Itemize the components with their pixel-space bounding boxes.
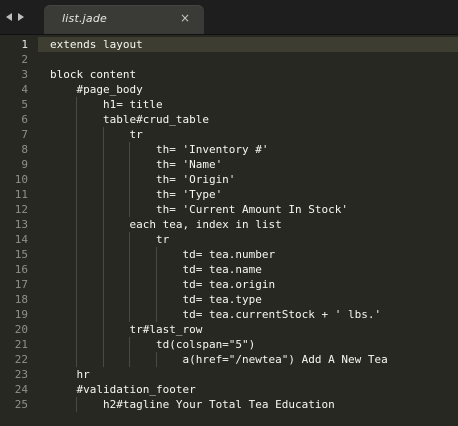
code-line[interactable]: hr [50, 367, 89, 382]
indent-guide [155, 247, 157, 322]
code-line[interactable]: h2#tagline Your Total Tea Education [50, 397, 335, 412]
indent-guide [129, 232, 131, 322]
chevron-left-icon[interactable] [6, 13, 12, 21]
code-editor[interactable]: 1 2 3 4 5 6 7 8 9 10 11 12 13 14 15 16 17 18 19 20 21 22 23 24 2… [0, 35, 458, 426]
line-number: 12 [14, 203, 28, 216]
tab-list-jade[interactable]: list.jade × [44, 5, 204, 34]
code-line[interactable]: td= tea.number [50, 247, 275, 262]
line-number: 6 [21, 113, 28, 126]
code-line[interactable]: td= tea.origin [50, 277, 275, 292]
code-line[interactable]: extends layout [50, 37, 143, 52]
code-line[interactable]: th= 'Origin' [50, 172, 235, 187]
code-line[interactable]: a(href="/newtea") Add A New Tea [50, 352, 387, 367]
code-line[interactable]: tr [50, 127, 142, 142]
code-line[interactable]: td(colspan="5") [50, 337, 255, 352]
code-line[interactable]: th= 'Inventory #' [50, 142, 269, 157]
line-number: 25 [14, 398, 28, 411]
indent-guide [129, 337, 131, 367]
line-number: 14 [14, 233, 28, 246]
indent-guide [102, 127, 104, 367]
code-line[interactable]: tr [50, 232, 169, 247]
line-number: 19 [14, 308, 28, 321]
tab-bar: list.jade × [0, 0, 458, 35]
line-number: 15 [14, 248, 28, 261]
line-number-gutter: 1 2 3 4 5 6 7 8 9 10 11 12 13 14 15 16 17 18 19 20 21 22 23 24 2… [0, 35, 38, 426]
indent-guide [76, 397, 78, 412]
code-line[interactable]: each tea, index in list [50, 217, 281, 232]
code-line[interactable]: block content [50, 67, 136, 82]
line-number: 4 [21, 83, 28, 96]
line-number: 3 [21, 68, 28, 81]
line-number: 23 [14, 368, 28, 381]
line-number: 18 [14, 293, 28, 306]
line-number: 21 [14, 338, 28, 351]
line-number: 1 [21, 38, 28, 51]
tab-title: list.jade [62, 12, 107, 25]
code-line[interactable]: td= tea.currentStock + ' lbs.' [50, 307, 381, 322]
code-line[interactable]: th= 'Current Amount In Stock' [50, 202, 348, 217]
line-number: 10 [14, 173, 28, 186]
indent-guide [129, 142, 131, 217]
line-number: 17 [14, 278, 28, 291]
code-line[interactable]: table#crud_table [50, 112, 209, 127]
code-line[interactable]: tr#last_row [50, 322, 202, 337]
line-number: 9 [21, 158, 28, 171]
line-number: 20 [14, 323, 28, 336]
editor-window: list.jade × 1 2 3 4 5 6 7 8 9 10 11 12 13 14 15 16 17 18 1… [0, 0, 458, 426]
chevron-right-icon[interactable] [18, 13, 24, 21]
code-line[interactable]: h1= title [50, 97, 163, 112]
code-line[interactable]: #page_body [50, 82, 142, 97]
line-number: 22 [14, 353, 28, 366]
line-number: 5 [21, 98, 28, 111]
indent-guide [155, 352, 157, 367]
line-number: 7 [21, 128, 28, 141]
line-number: 8 [21, 143, 28, 156]
tab-navigation [6, 10, 24, 24]
line-number: 16 [14, 263, 28, 276]
close-icon[interactable]: × [180, 11, 190, 25]
line-number: 2 [21, 53, 28, 66]
code-line[interactable]: #validation_footer [50, 382, 195, 397]
line-number: 13 [14, 218, 28, 231]
line-number: 11 [14, 188, 28, 201]
line-number: 24 [14, 383, 28, 396]
indent-guide [76, 97, 78, 367]
